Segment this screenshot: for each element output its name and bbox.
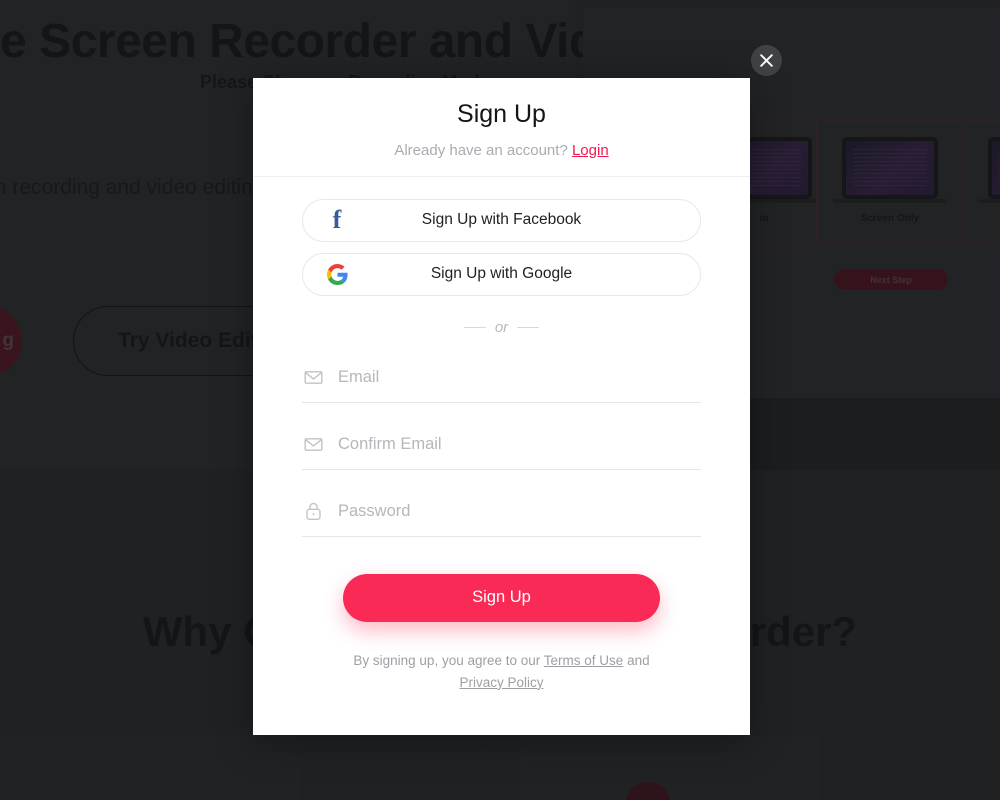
legal-middle: and [627, 652, 650, 668]
password-field-row[interactable] [302, 487, 701, 537]
password-input[interactable] [338, 501, 701, 521]
confirm-email-field-row[interactable] [302, 420, 701, 470]
signup-facebook-label: Sign Up with Facebook [421, 211, 582, 228]
or-divider: or [302, 319, 701, 336]
envelope-icon [302, 366, 324, 388]
modal-header: Sign Up Already have an account? Login [253, 78, 750, 177]
submit-row: Sign Up [302, 573, 701, 622]
signup-facebook-button[interactable]: f Sign Up with Facebook [302, 198, 701, 242]
legal-prefix: By signing up, you agree to our [353, 652, 541, 668]
envelope-icon [302, 433, 324, 455]
screen: Online Screen Recorder and Video Screen … [0, 0, 1000, 800]
google-icon [325, 262, 349, 286]
close-icon [759, 53, 774, 68]
modal-body: f Sign Up with Facebook Sign Up with Goo… [253, 177, 750, 694]
lock-icon [302, 500, 324, 522]
confirm-email-input[interactable] [338, 434, 701, 454]
email-input[interactable] [338, 367, 701, 387]
email-field-row[interactable] [302, 353, 701, 403]
signup-modal: Sign Up Already have an account? Login f… [253, 78, 750, 735]
close-button[interactable] [751, 45, 782, 76]
facebook-icon: f [332, 205, 342, 234]
login-prompt: Already have an account? Login [253, 142, 750, 159]
signup-google-label: Sign Up with Google [430, 265, 573, 282]
divider-dash-right [517, 326, 540, 328]
login-link[interactable]: Login [572, 142, 609, 159]
signup-google-button[interactable]: Sign Up with Google [302, 252, 701, 296]
or-divider-label: or [494, 318, 509, 336]
legal-text: By signing up, you agree to our Terms of… [302, 650, 701, 694]
login-prompt-text: Already have an account? [394, 141, 568, 159]
privacy-policy-link[interactable]: Privacy Policy [459, 675, 543, 690]
signup-submit-button[interactable]: Sign Up [343, 573, 660, 622]
terms-of-use-link[interactable]: Terms of Use [544, 653, 624, 668]
divider-dash-left [463, 326, 486, 328]
modal-title: Sign Up [457, 100, 546, 128]
